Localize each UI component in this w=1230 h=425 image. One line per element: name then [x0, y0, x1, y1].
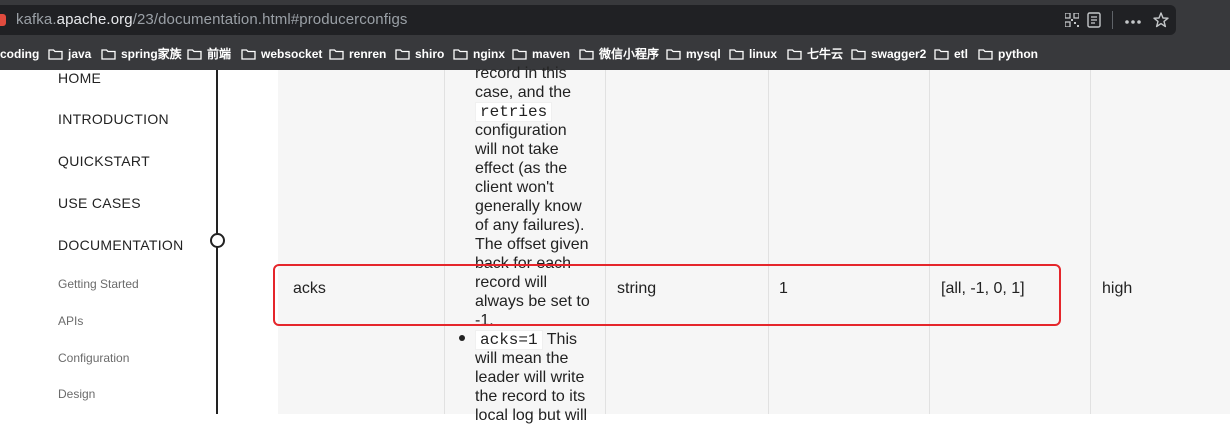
table-column-divider — [768, 70, 769, 414]
bookmark-label: websocket — [261, 47, 323, 61]
table-column-divider — [929, 70, 930, 414]
bookmark-coding[interactable]: coding — [0, 45, 39, 63]
description-line: acks=1 This — [475, 330, 600, 350]
nav-apis[interactable]: APIs — [58, 314, 83, 328]
highlight-annotation-box — [273, 264, 1061, 326]
folder-icon — [241, 49, 256, 60]
browser-chrome: kafka.apache.org/23/documentation.html#p… — [0, 0, 1230, 70]
bookmark-label: etl — [954, 47, 969, 61]
bookmark-swagger2[interactable]: swagger2 — [851, 45, 926, 63]
bookmark-miniprogram[interactable]: 微信小程序 — [579, 45, 659, 63]
bookmark-label: java — [68, 47, 92, 61]
nav-configuration[interactable]: Configuration — [58, 351, 129, 365]
site-favicon-icon — [0, 14, 6, 26]
address-bar-separator — [1112, 11, 1113, 29]
bookmark-linux[interactable]: linux — [729, 45, 777, 63]
config-table-row — [278, 70, 1230, 414]
bookmark-maven[interactable]: maven — [512, 45, 570, 63]
description-line: the record to its — [475, 388, 586, 405]
bookmark-label: coding — [0, 47, 40, 61]
url-host-prefix: kafka. — [16, 11, 57, 28]
folder-icon — [787, 49, 802, 60]
bullet-tail-text: This — [546, 331, 577, 348]
nav-current-marker — [210, 233, 225, 248]
folder-icon — [579, 49, 594, 60]
url-host: apache.org — [56, 11, 133, 28]
bookmarks-bar: coding java spring家族 前端 websocket renren… — [0, 40, 1230, 68]
bookmark-nginx[interactable]: nginx — [453, 45, 505, 63]
bookmark-spring[interactable]: spring家族 — [101, 45, 182, 63]
folder-icon — [101, 49, 116, 60]
bookmark-label: 微信小程序 — [599, 47, 660, 61]
description-line: will mean the — [475, 350, 569, 367]
description-line: case, and the — [475, 84, 572, 101]
folder-icon — [453, 49, 468, 60]
code-acks-1: acks=1 — [475, 330, 543, 350]
bookmark-python[interactable]: python — [978, 45, 1038, 63]
reader-mode-icon[interactable] — [1085, 10, 1103, 30]
description-line: client won't — [475, 179, 554, 196]
description-line: record in this — [475, 65, 567, 82]
description-line: generally know — [475, 198, 582, 215]
cell-description: record in this case, and the retries con… — [475, 64, 600, 425]
bookmark-label: python — [998, 47, 1038, 61]
table-column-divider — [1090, 70, 1091, 414]
description-line: local log but will — [475, 407, 588, 424]
bookmark-shiro[interactable]: shiro — [395, 45, 444, 63]
bookmark-label: spring家族 — [121, 47, 182, 61]
folder-icon — [666, 49, 681, 60]
description-line: effect (as the — [475, 160, 568, 177]
nav-quickstart[interactable]: QUICKSTART — [58, 153, 150, 169]
folder-icon — [729, 49, 744, 60]
bookmark-etl[interactable]: etl — [934, 45, 968, 63]
bookmark-label: 七牛云 — [807, 47, 844, 61]
bookmark-label: renren — [349, 47, 387, 61]
table-column-divider — [444, 70, 445, 414]
description-line: leader will write — [475, 369, 585, 386]
list-bullet — [459, 335, 465, 341]
address-bar[interactable]: kafka.apache.org/23/documentation.html#p… — [0, 5, 1176, 35]
nav-documentation[interactable]: DOCUMENTATION — [58, 237, 183, 253]
folder-icon — [934, 49, 949, 60]
bookmark-label: linux — [749, 47, 778, 61]
bookmark-star-icon[interactable] — [1151, 10, 1171, 30]
nav-use-cases[interactable]: USE CASES — [58, 195, 141, 211]
description-line: will not take — [475, 141, 559, 158]
bookmark-java[interactable]: java — [48, 45, 91, 63]
code-retries: retries — [475, 102, 553, 122]
folder-icon — [48, 49, 63, 60]
folder-icon — [187, 49, 202, 60]
folder-icon — [512, 49, 527, 60]
bookmark-mysql[interactable]: mysql — [666, 45, 721, 63]
bookmark-label: 前端 — [207, 47, 232, 61]
bookmark-qiniu[interactable]: 七牛云 — [787, 45, 843, 63]
bookmark-websocket[interactable]: websocket — [241, 45, 322, 63]
nav-home[interactable]: HOME — [58, 70, 101, 86]
nav-introduction[interactable]: INTRODUCTION — [58, 111, 169, 127]
description-line: configuration — [475, 122, 567, 139]
nav-getting-started[interactable]: Getting Started — [58, 277, 139, 291]
page-content: HOME INTRODUCTION QUICKSTART USE CASES D… — [0, 65, 1230, 424]
cell-importance: high — [1102, 280, 1133, 297]
bookmark-frontend[interactable]: 前端 — [187, 45, 231, 63]
description-line: retries — [475, 102, 600, 122]
description-line: of any failures). — [475, 217, 585, 234]
more-options-icon[interactable] — [1124, 10, 1142, 30]
bookmark-label: shiro — [415, 47, 445, 61]
url-text[interactable]: kafka.apache.org/23/documentation.html#p… — [16, 11, 407, 28]
bookmark-renren[interactable]: renren — [329, 45, 386, 63]
bookmark-label: nginx — [473, 47, 505, 61]
table-column-divider — [605, 70, 606, 414]
bookmark-label: swagger2 — [871, 47, 927, 61]
folder-icon — [851, 49, 866, 60]
url-path: /23/documentation.html#producerconfigs — [132, 11, 408, 28]
qr-code-icon[interactable] — [1063, 10, 1081, 30]
bookmark-label: mysql — [686, 47, 721, 61]
folder-icon — [978, 49, 993, 60]
bookmark-label: maven — [532, 47, 571, 61]
nav-design[interactable]: Design — [58, 387, 95, 401]
folder-icon — [329, 49, 344, 60]
folder-icon — [395, 49, 410, 60]
description-line: The offset given — [475, 236, 589, 253]
